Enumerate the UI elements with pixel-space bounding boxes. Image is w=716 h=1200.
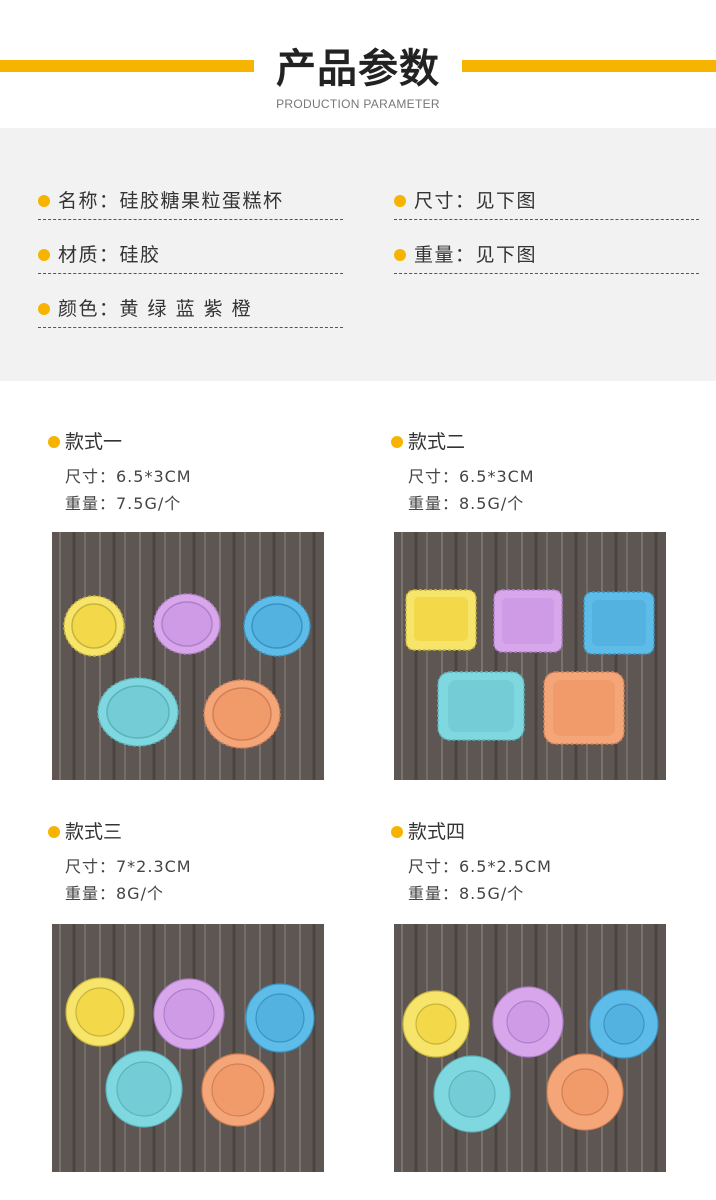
variant-weight: 重量：8.5G/个 xyxy=(408,884,525,903)
bullet-dot-icon xyxy=(391,826,403,838)
flower-cupcake-liners-photo xyxy=(52,924,324,1172)
param-name-text: 名称：硅胶糖果粒蛋糕杯 xyxy=(58,190,284,212)
bullet-dot-icon xyxy=(38,195,50,207)
param-color-text: 颜色：黄 绿 蓝 紫 橙 xyxy=(58,298,253,320)
bullet-dot-icon xyxy=(38,249,50,261)
variant-size: 尺寸：6.5*3CM xyxy=(65,467,192,486)
dashed-divider xyxy=(394,273,699,274)
bullet-dot-icon xyxy=(38,303,50,315)
bullet-dot-icon xyxy=(48,826,60,838)
parameter-panel: 名称：硅胶糖果粒蛋糕杯 尺寸：见下图 材质：硅胶 重量：见下图 颜色：黄 绿 蓝… xyxy=(0,128,716,381)
page-title: 产品参数 xyxy=(276,46,440,92)
variant-weight: 重量：8G/个 xyxy=(65,884,164,903)
variant-weight: 重量：8.5G/个 xyxy=(408,494,525,513)
bullet-dot-icon xyxy=(394,195,406,207)
variant-size: 尺寸：6.5*2.5CM xyxy=(408,857,552,876)
round-cupcake-liners-photo xyxy=(52,532,324,780)
param-weight-text: 重量：见下图 xyxy=(414,244,538,266)
variant-size: 尺寸：7*2.3CM xyxy=(65,857,192,876)
bullet-dot-icon xyxy=(391,436,403,448)
dashed-divider xyxy=(38,273,343,274)
bullet-dot-icon xyxy=(394,249,406,261)
variant-name: 款式四 xyxy=(408,821,466,843)
variant-name: 款式三 xyxy=(65,821,123,843)
variant-name: 款式一 xyxy=(65,431,123,453)
variant-size: 尺寸：6.5*3CM xyxy=(408,467,535,486)
header: 产品参数 PRODUCTION PARAMETER xyxy=(0,0,716,128)
param-size-text: 尺寸：见下图 xyxy=(414,190,538,212)
bullet-dot-icon xyxy=(48,436,60,448)
variant-name: 款式二 xyxy=(408,431,466,453)
page-subtitle: PRODUCTION PARAMETER xyxy=(276,97,440,111)
dashed-divider xyxy=(38,327,343,328)
flower-cupcake-liners-tall-photo xyxy=(394,924,666,1172)
variant-weight: 重量：7.5G/个 xyxy=(65,494,182,513)
header-accent-bar-right xyxy=(462,60,716,72)
yellow-round-cup xyxy=(63,595,125,657)
square-cupcake-liners-photo xyxy=(394,532,666,780)
dashed-divider xyxy=(394,219,699,220)
header-accent-bar-left xyxy=(0,60,254,72)
param-material-text: 材质：硅胶 xyxy=(58,244,161,266)
dashed-divider xyxy=(38,219,343,220)
